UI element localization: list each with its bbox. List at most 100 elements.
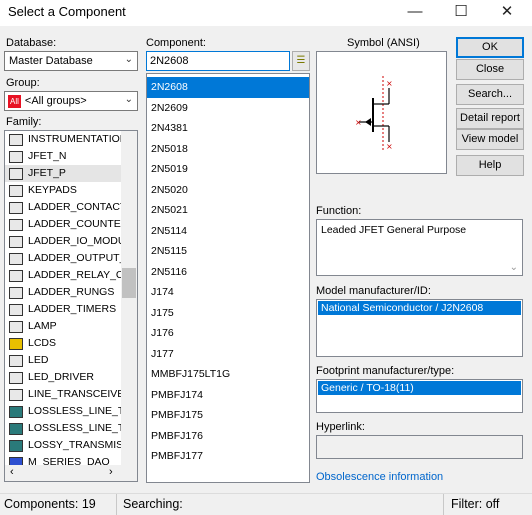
symbol-preview: × × ×: [316, 51, 447, 174]
symbol-label: Symbol (ANSI): [347, 37, 420, 49]
component-item[interactable]: 2N5116: [147, 262, 309, 283]
ok-button[interactable]: OK: [456, 37, 524, 58]
transmission-line-icon: [9, 439, 23, 452]
svg-text:×: ×: [386, 79, 393, 88]
component-item[interactable]: 2N5115: [147, 241, 309, 262]
component-item[interactable]: J177: [147, 344, 309, 365]
component-item[interactable]: J175: [147, 303, 309, 324]
family-item[interactable]: LOSSY_TRANSMISS: [5, 437, 121, 454]
ladder-icon: [9, 218, 23, 231]
scroll-left-icon[interactable]: ‹: [10, 466, 14, 478]
ladder-icon: [9, 201, 23, 214]
scroll-right-icon[interactable]: ›: [109, 466, 113, 478]
filter-button[interactable]: ☰: [292, 51, 310, 71]
view-model-button[interactable]: View model: [456, 129, 524, 150]
svg-text:×: ×: [355, 118, 362, 127]
family-items: INSTRUMENTATION_ JFET_N JFET_P KEYPADS L…: [5, 131, 121, 465]
component-item[interactable]: PMBFJ177: [147, 446, 309, 467]
help-button[interactable]: Help: [456, 155, 524, 176]
close-button[interactable]: Close: [456, 59, 524, 80]
component-item[interactable]: 2N5021: [147, 200, 309, 221]
family-item[interactable]: LADDER_CONTACTS: [5, 199, 121, 216]
component-item[interactable]: 2N4381: [147, 118, 309, 139]
family-item[interactable]: M_SERIES_DAQ: [5, 454, 121, 465]
filter-icon: ☰: [296, 55, 306, 66]
family-item[interactable]: LADDER_COUNTERS: [5, 216, 121, 233]
model-list[interactable]: National Semiconductor / J2N2608: [316, 299, 523, 357]
component-list[interactable]: 2N2608 2N2609 2N4381 2N5018 2N5019 2N502…: [146, 73, 310, 483]
family-item[interactable]: INSTRUMENTATION_: [5, 131, 121, 148]
family-item[interactable]: LED: [5, 352, 121, 369]
group-value: <All groups>: [24, 95, 87, 107]
family-item[interactable]: LADDER_TIMERS: [5, 301, 121, 318]
ladder-icon: [9, 252, 23, 265]
component-item[interactable]: 2N5020: [147, 180, 309, 201]
maximize-button[interactable]: ☐: [438, 0, 484, 26]
transceiver-icon: [9, 388, 23, 401]
ladder-icon: [9, 235, 23, 248]
family-item[interactable]: LADDER_RUNGS: [5, 284, 121, 301]
component-search-input[interactable]: [146, 51, 290, 71]
family-vertical-scrollbar[interactable]: [121, 131, 137, 465]
chevron-down-icon: ⌄: [124, 54, 133, 65]
family-item[interactable]: LED_DRIVER: [5, 369, 121, 386]
model-item-selected[interactable]: National Semiconductor / J2N2608: [318, 301, 521, 315]
obsolescence-link[interactable]: Obsolescence information: [316, 471, 443, 483]
footprint-item-selected[interactable]: Generic / TO-18(11): [318, 381, 521, 395]
family-item[interactable]: LAMP: [5, 318, 121, 335]
component-item[interactable]: PMBFJ175: [147, 405, 309, 426]
search-button[interactable]: Search...: [456, 84, 524, 105]
function-value: Leaded JFET General Purpose: [321, 224, 467, 236]
family-item[interactable]: KEYPADS: [5, 182, 121, 199]
component-label: Component:: [146, 37, 206, 49]
database-select[interactable]: Master Database ⌄: [4, 51, 138, 71]
component-item[interactable]: J176: [147, 323, 309, 344]
hyperlink-label: Hyperlink:: [316, 421, 365, 433]
scrollbar-thumb[interactable]: [122, 268, 136, 298]
family-icon: [9, 133, 23, 146]
component-item[interactable]: PMBFJ174: [147, 385, 309, 406]
svg-text:×: ×: [386, 142, 393, 151]
transmission-line-icon: [9, 405, 23, 418]
component-item[interactable]: 2N5019: [147, 159, 309, 180]
minimize-button[interactable]: —: [392, 0, 438, 26]
component-item-selected[interactable]: 2N2608: [147, 77, 309, 98]
scrollbar-corner: [121, 465, 137, 481]
component-item[interactable]: MMBFJ175LT1G: [147, 364, 309, 385]
maximize-icon: ☐: [454, 3, 468, 20]
component-item[interactable]: 2N2609: [147, 98, 309, 119]
lcd-icon: [9, 337, 23, 350]
family-item[interactable]: LOSSLESS_LINE_TYI: [5, 403, 121, 420]
family-list[interactable]: INSTRUMENTATION_ JFET_N JFET_P KEYPADS L…: [4, 130, 138, 482]
component-item[interactable]: J174: [147, 282, 309, 303]
all-groups-icon: All: [8, 95, 21, 108]
family-item-selected[interactable]: JFET_P: [5, 165, 121, 182]
close-window-button[interactable]: ✕: [484, 0, 530, 26]
family-item[interactable]: JFET_N: [5, 148, 121, 165]
component-item[interactable]: 2N5114: [147, 221, 309, 242]
chevron-down-icon[interactable]: ⌄: [510, 262, 518, 273]
family-item[interactable]: LCDS: [5, 335, 121, 352]
ladder-icon: [9, 286, 23, 299]
footprint-list[interactable]: Generic / TO-18(11): [316, 379, 523, 413]
function-box: Leaded JFET General Purpose ⌄: [316, 219, 523, 276]
transmission-line-icon: [9, 422, 23, 435]
detail-report-button[interactable]: Detail report: [456, 108, 524, 129]
database-label: Database:: [6, 37, 57, 49]
component-item[interactable]: PMBFJ176: [147, 426, 309, 447]
model-label: Model manufacturer/ID:: [316, 285, 431, 297]
family-horizontal-scrollbar[interactable]: ‹ ›: [5, 465, 121, 481]
group-label: Group:: [6, 77, 40, 89]
component-item[interactable]: 2N5018: [147, 139, 309, 160]
family-item[interactable]: LADDER_IO_MODULI: [5, 233, 121, 250]
group-select[interactable]: All <All groups> ⌄: [4, 91, 138, 111]
led-driver-icon: [9, 371, 23, 384]
hyperlink-field[interactable]: [316, 435, 523, 459]
family-item[interactable]: LADDER_OUTPUT_C: [5, 250, 121, 267]
daq-icon: [9, 456, 23, 465]
hyperlink-value: [317, 436, 522, 444]
family-item[interactable]: LOSSLESS_LINE_TYI: [5, 420, 121, 437]
family-item[interactable]: LINE_TRANSCEIVER: [5, 386, 121, 403]
jfet-icon: [9, 167, 23, 180]
family-item[interactable]: LADDER_RELAY_COI: [5, 267, 121, 284]
